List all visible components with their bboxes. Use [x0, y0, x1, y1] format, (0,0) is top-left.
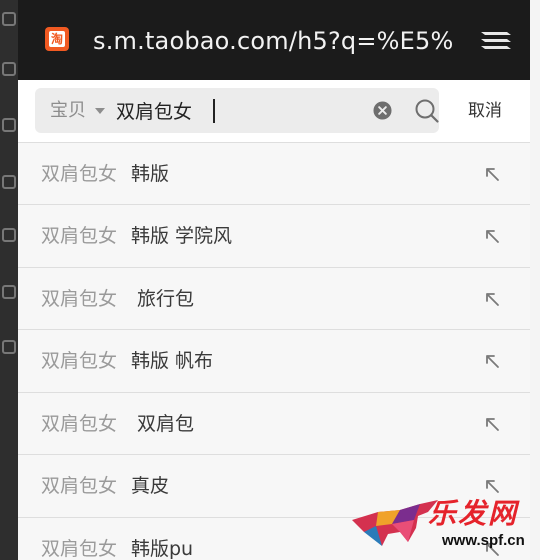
fill-query-arrow-icon[interactable]: [484, 166, 500, 182]
suggestion-suffix: 旅行包: [131, 288, 195, 310]
suggestion-suffix: 韩版 学院风: [131, 225, 233, 247]
suggestion-prefix: 双肩包女: [41, 413, 118, 435]
cancel-button[interactable]: 取消: [468, 97, 502, 125]
search-input[interactable]: [116, 88, 346, 133]
suggestion-item[interactable]: 双肩包女 韩版 学院风: [18, 204, 530, 266]
background-icon: [2, 12, 16, 26]
background-icon: [2, 285, 16, 299]
suggestion-prefix: 双肩包女: [41, 350, 118, 372]
suggestion-item[interactable]: 双肩包女 韩版pu: [18, 517, 530, 560]
chevron-down-icon[interactable]: [95, 108, 105, 114]
background-icon: [2, 62, 16, 76]
background-icon: [2, 118, 16, 132]
suggestion-list: 双肩包女 韩版 双肩包女 韩版 学院风 双肩包女 旅行包 双肩包女 韩版 帆布 …: [18, 142, 530, 560]
suggestion-suffix: 双肩包: [131, 413, 195, 435]
page-edge: [530, 0, 540, 560]
suggestion-prefix: 双肩包女: [41, 225, 118, 247]
fill-query-arrow-icon[interactable]: [484, 416, 500, 432]
clear-icon[interactable]: [373, 101, 392, 120]
suggestion-prefix: 双肩包女: [41, 538, 118, 560]
tabs-stack-icon[interactable]: [479, 28, 513, 54]
text-cursor: [213, 99, 215, 123]
fill-query-arrow-icon[interactable]: [484, 228, 500, 244]
background-icon: [2, 228, 16, 242]
suggestion-prefix: 双肩包女: [41, 163, 118, 185]
fill-query-arrow-icon[interactable]: [484, 541, 500, 557]
fill-query-arrow-icon[interactable]: [484, 291, 500, 307]
browser-address-bar: 淘 s.m.taobao.com/h5?q=%E5%A5: [18, 0, 530, 80]
taobao-logo-icon: 淘: [45, 27, 69, 51]
suggestion-item[interactable]: 双肩包女 韩版: [18, 142, 530, 204]
suggestion-prefix: 双肩包女: [41, 475, 118, 497]
background-icon: [2, 175, 16, 189]
suggestion-item[interactable]: 双肩包女 真皮: [18, 454, 530, 516]
suggestion-suffix: 韩版pu: [131, 538, 194, 560]
suggestion-suffix: 韩版: [131, 163, 170, 185]
suggestion-suffix: 韩版 帆布: [131, 350, 214, 372]
fill-query-arrow-icon[interactable]: [484, 353, 500, 369]
background-icon: [2, 340, 16, 354]
address-url[interactable]: s.m.taobao.com/h5?q=%E5%A5: [93, 26, 453, 56]
search-icon[interactable]: [414, 98, 440, 124]
search-header: 宝贝 取消: [18, 80, 530, 142]
suggestion-prefix: 双肩包女: [41, 288, 118, 310]
background-app-strip: [0, 0, 18, 560]
search-scope-dropdown[interactable]: 宝贝: [50, 88, 86, 133]
suggestion-item[interactable]: 双肩包女 韩版 帆布: [18, 329, 530, 391]
search-box: 宝贝: [35, 88, 439, 133]
suggestion-suffix: 真皮: [131, 475, 170, 497]
fill-query-arrow-icon[interactable]: [484, 478, 500, 494]
suggestion-item[interactable]: 双肩包女 双肩包: [18, 392, 530, 454]
suggestion-item[interactable]: 双肩包女 旅行包: [18, 267, 530, 329]
